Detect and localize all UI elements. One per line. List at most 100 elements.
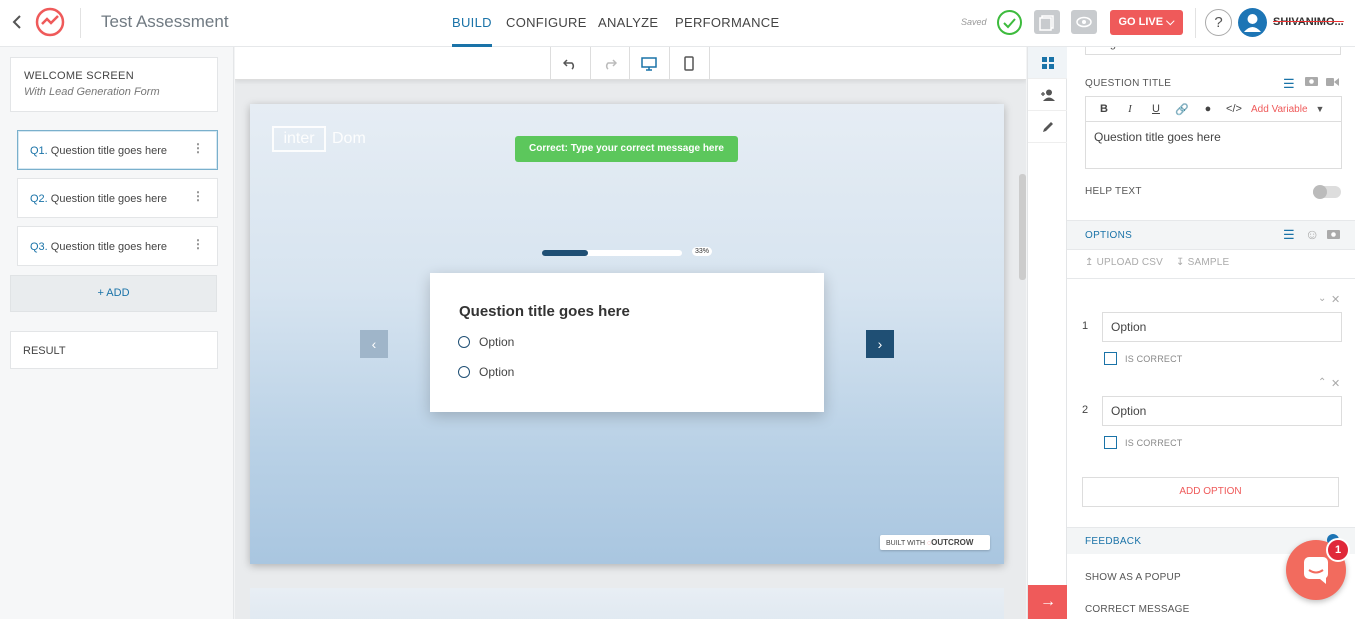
color-drop-icon[interactable]: ● <box>1195 103 1221 115</box>
chevron-left-icon: ‹ <box>371 336 377 352</box>
add-user-icon[interactable] <box>1028 79 1068 111</box>
tab-build[interactable]: BUILD <box>452 15 492 30</box>
chevron-right-icon: › <box>877 336 883 352</box>
divider <box>80 8 81 38</box>
pencil-icon[interactable] <box>1028 111 1068 143</box>
top-bar: Test Assessment BUILD CONFIGURE ANALYZE … <box>0 0 1355 47</box>
bold-button[interactable]: B <box>1091 103 1117 115</box>
saved-status: Saved <box>961 17 987 27</box>
canvas-toolbar <box>235 47 1026 80</box>
radio-icon[interactable] <box>458 366 470 378</box>
question-number: Q2. <box>30 193 48 205</box>
option-choice[interactable]: Option <box>458 335 514 349</box>
built-with-label: BUILT WITH <box>886 540 926 547</box>
welcome-subtitle: With Lead Generation Form <box>24 86 160 98</box>
welcome-title: WELCOME SCREEN <box>24 70 134 82</box>
help-text-toggle[interactable] <box>1313 185 1341 199</box>
chevron-down-icon[interactable]: ⌄ <box>1318 293 1326 304</box>
redo-icon[interactable] <box>591 47 630 80</box>
camera-icon[interactable] <box>1305 75 1318 89</box>
is-correct-label: IS CORRECT <box>1125 354 1183 364</box>
tab-configure[interactable]: CONFIGURE <box>506 15 587 30</box>
correct-message-toast: Correct: Type your correct message here <box>515 136 738 162</box>
next-arrow-button[interactable]: › <box>866 330 894 358</box>
username[interactable]: SHIVANIMO... <box>1273 16 1347 28</box>
option-label: Option <box>479 335 515 349</box>
show-popup-label: SHOW AS A POPUP <box>1085 572 1181 583</box>
option-input[interactable]: Option <box>1102 396 1342 426</box>
option-input[interactable]: Option <box>1102 312 1342 342</box>
close-icon[interactable]: ✕ <box>1331 377 1340 390</box>
welcome-screen-item[interactable]: WELCOME SCREEN With Lead Generation Form <box>10 57 218 112</box>
kebab-menu-icon[interactable]: ⋮ <box>192 141 204 155</box>
mobile-view-icon[interactable] <box>670 47 709 80</box>
logo-icon <box>34 6 66 38</box>
canvas-scrollbar[interactable] <box>1019 174 1026 280</box>
question-title-editor[interactable]: Question title goes here <box>1085 122 1342 169</box>
question-list-panel: WELCOME SCREEN With Lead Generation Form… <box>0 47 234 619</box>
go-live-button[interactable]: GO LIVE ⌵ <box>1110 10 1183 35</box>
option-choice[interactable]: Option <box>458 365 514 379</box>
camera-icon[interactable] <box>1327 228 1340 242</box>
question-type-select[interactable]: Single Select <box>1085 47 1341 55</box>
video-icon[interactable] <box>1326 76 1339 90</box>
chat-notification-badge: 1 <box>1326 538 1350 562</box>
kebab-menu-icon[interactable]: ⋮ <box>192 237 204 251</box>
question-item[interactable]: Q2. Question title goes here ⋮ <box>17 178 218 218</box>
previous-arrow-button[interactable]: ‹ <box>360 330 388 358</box>
emoji-icon[interactable]: ☺ <box>1305 226 1319 242</box>
download-icon: ↧ <box>1176 257 1185 268</box>
question-title: Question title goes here <box>50 193 167 205</box>
tab-analyze[interactable]: ANALYZE <box>598 15 658 30</box>
templates-icon[interactable] <box>1034 10 1060 34</box>
options-label: OPTIONS <box>1085 230 1133 241</box>
link-icon[interactable]: 🔗 <box>1169 103 1195 116</box>
upload-row: ↥ UPLOAD CSV ↧ SAMPLE <box>1085 257 1229 268</box>
upload-csv-button[interactable]: UPLOAD CSV <box>1097 257 1163 268</box>
list-menu-icon[interactable]: ☰ <box>1283 76 1295 92</box>
upload-icon: ↥ <box>1085 257 1094 268</box>
toolbar-group <box>550 47 710 80</box>
help-button[interactable]: ? <box>1205 9 1232 36</box>
arrow-right-icon[interactable]: → <box>1028 585 1068 619</box>
question-card: Question title goes here Option Option <box>430 273 824 412</box>
kebab-menu-icon[interactable]: ⋮ <box>192 189 204 203</box>
undo-icon[interactable] <box>551 47 591 80</box>
preview-eye-icon[interactable] <box>1071 10 1097 34</box>
next-slide-preview <box>250 588 1004 619</box>
is-correct-checkbox[interactable] <box>1104 436 1117 449</box>
avatar[interactable] <box>1238 8 1267 37</box>
result-item[interactable]: RESULT <box>10 331 218 369</box>
add-question-button[interactable]: + ADD <box>10 275 217 312</box>
built-with-badge[interactable]: BUILT WITH ◌OUTCROW <box>880 535 990 550</box>
chevron-up-icon[interactable]: ⌃ <box>1318 377 1326 388</box>
correct-message-label: CORRECT MESSAGE <box>1085 604 1190 615</box>
app-title: Test Assessment <box>101 12 229 31</box>
question-item[interactable]: Q1. Question title goes here ⋮ <box>17 130 218 170</box>
caret-down-icon[interactable]: ▼ <box>1316 104 1325 114</box>
add-variable-dropdown[interactable]: Add Variable <box>1251 104 1308 115</box>
options-section-header: OPTIONS ☰ ☺ <box>1067 220 1355 250</box>
desktop-view-icon[interactable] <box>630 47 670 80</box>
layout-grid-icon[interactable] <box>1028 47 1068 79</box>
italic-button[interactable]: I <box>1117 103 1143 115</box>
question-item[interactable]: Q3. Question title goes here ⋮ <box>17 226 218 266</box>
chevron-down-icon: ⌵ <box>1163 16 1175 28</box>
rich-text-toolbar: B I U 🔗 ● </> Add Variable ▼ <box>1085 96 1342 122</box>
check-circle-icon <box>997 10 1022 35</box>
underline-button[interactable]: U <box>1143 103 1169 115</box>
add-option-button[interactable]: ADD OPTION <box>1082 477 1339 507</box>
sample-button[interactable]: SAMPLE <box>1188 257 1230 268</box>
list-menu-icon[interactable]: ☰ <box>1283 227 1295 243</box>
radio-icon[interactable] <box>458 336 470 348</box>
progress-bar-fill <box>542 250 589 256</box>
code-icon[interactable]: </> <box>1221 103 1247 115</box>
question-title: Question title goes here <box>50 145 167 157</box>
tab-performance[interactable]: PERFORMANCE <box>675 15 779 30</box>
close-icon[interactable]: ✕ <box>1331 293 1340 306</box>
is-correct-checkbox[interactable] <box>1104 352 1117 365</box>
back-chevron-icon[interactable] <box>10 12 24 37</box>
feedback-label: FEEDBACK <box>1085 536 1142 547</box>
option-number: 1 <box>1082 320 1089 332</box>
editor-icon-strip: → <box>1027 47 1068 619</box>
